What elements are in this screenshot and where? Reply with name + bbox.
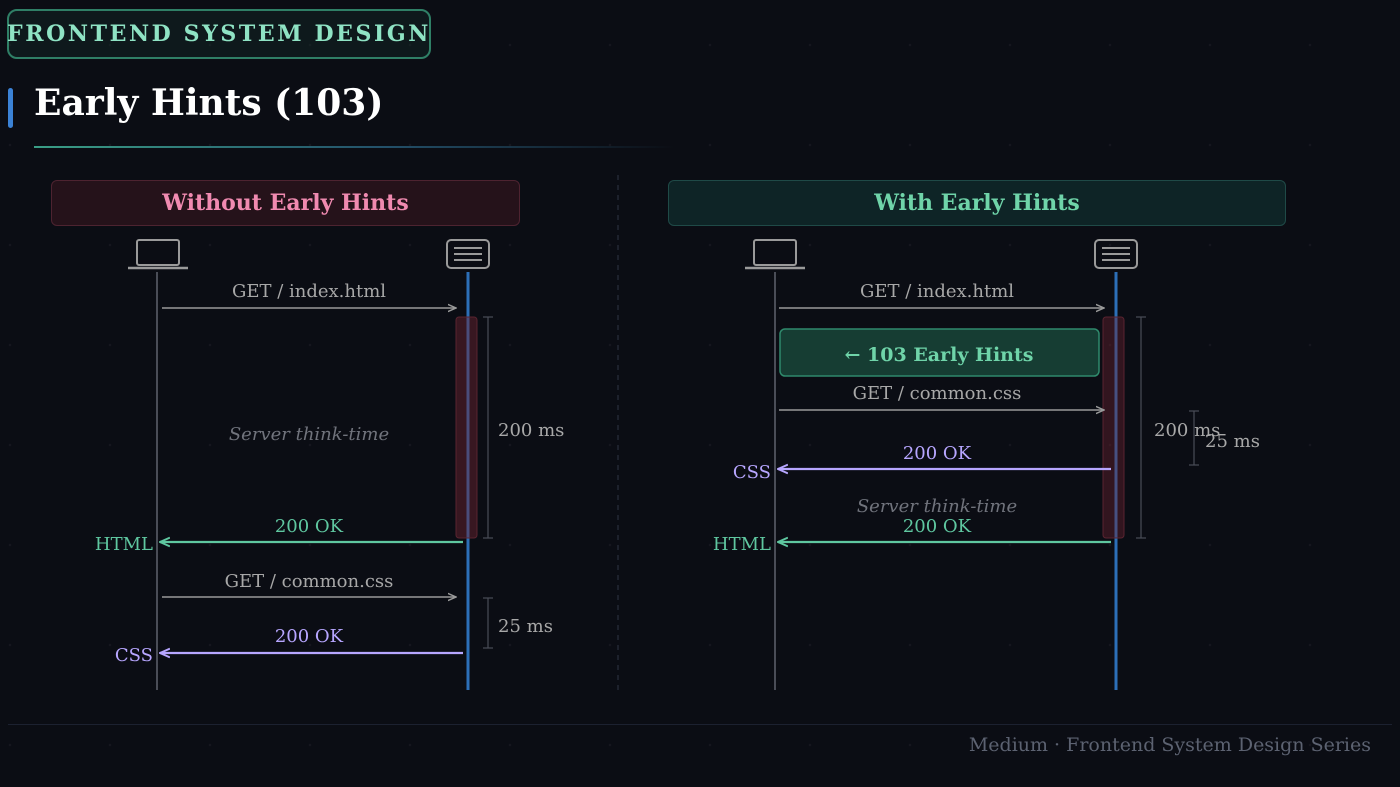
request-label-index: GET / index.html bbox=[860, 281, 1014, 302]
response-status-css: 200 OK bbox=[903, 443, 972, 464]
server-think-highlight bbox=[1102, 316, 1125, 539]
think-time-label: Server think-time bbox=[857, 496, 1017, 517]
laptop-icon bbox=[128, 239, 188, 270]
request-label-css: GET / common.css bbox=[853, 383, 1022, 404]
response-status-css: 200 OK bbox=[275, 626, 344, 647]
duration-bracket-200ms bbox=[483, 316, 493, 539]
laptop-icon bbox=[745, 239, 805, 270]
response-label-css: CSS bbox=[115, 645, 153, 666]
footer-credit: Medium · Frontend System Design Series bbox=[968, 734, 1371, 756]
duration-label-25ms: 25 ms bbox=[1205, 431, 1260, 452]
response-status-html: 200 OK bbox=[903, 516, 972, 537]
response-label-css: CSS bbox=[733, 462, 771, 483]
think-time-label: Server think-time bbox=[229, 424, 389, 445]
request-label-index: GET / index.html bbox=[232, 281, 386, 302]
response-label-html: HTML bbox=[95, 534, 153, 555]
duration-label-25ms: 25 ms bbox=[498, 616, 553, 637]
duration-label-200ms: 200 ms bbox=[498, 420, 564, 441]
duration-bracket-200ms bbox=[1136, 316, 1146, 539]
duration-bracket-25ms bbox=[483, 597, 493, 649]
footer-divider bbox=[8, 724, 1392, 725]
server-icon bbox=[1094, 239, 1138, 269]
response-status-html: 200 OK bbox=[275, 516, 344, 537]
server-icon bbox=[446, 239, 490, 269]
sequence-diagram: GET / index.html Server think-time 200 m… bbox=[95, 175, 1260, 695]
server-think-highlight bbox=[455, 316, 478, 539]
request-label-css: GET / common.css bbox=[225, 571, 394, 592]
response-label-html: HTML bbox=[713, 534, 771, 555]
early-hints-label: ← 103 Early Hints bbox=[845, 344, 1034, 366]
